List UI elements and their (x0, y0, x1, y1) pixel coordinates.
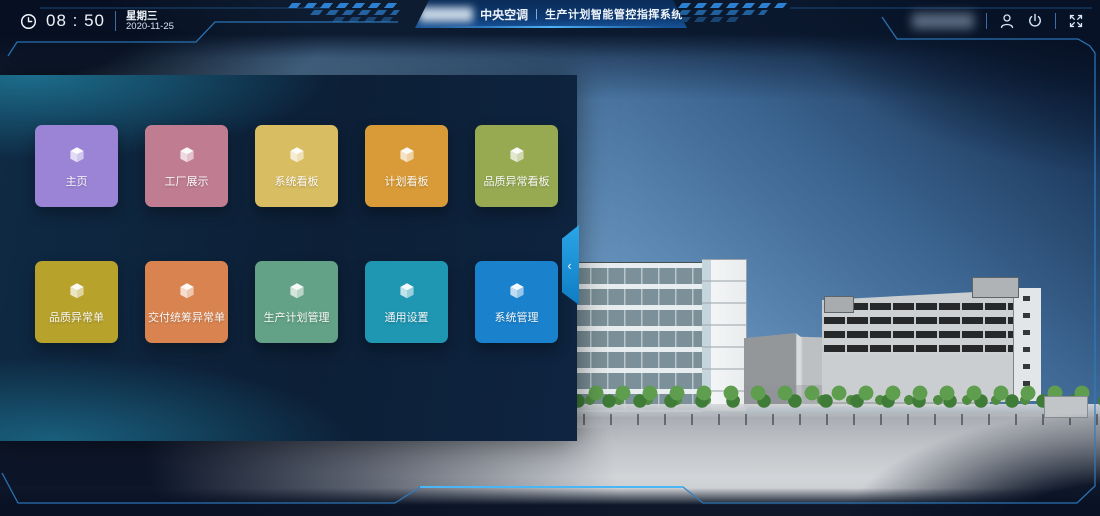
header-date-stack: 星期三 2020-11-25 (126, 10, 174, 33)
cube-icon (286, 280, 308, 302)
menu-tile-home[interactable]: 主页 (35, 125, 118, 207)
menu-tile-production-plan-mgmt[interactable]: 生产计划管理 (255, 261, 338, 343)
banner-title: 生产计划智能管控指挥系统 (545, 6, 683, 22)
cube-icon (506, 144, 528, 166)
cube-icon (176, 280, 198, 302)
clock-icon (20, 13, 36, 29)
menu-tile-label: 生产计划管理 (264, 309, 330, 325)
menu-tile-label: 主页 (66, 173, 88, 189)
menu-tile-delivery-exception-order[interactable]: 交付统筹异常单 (145, 261, 228, 343)
banner-separator: | (535, 8, 538, 20)
menu-tile-label: 交付统筹异常单 (148, 309, 225, 325)
menu-tile-label: 通用设置 (385, 309, 429, 325)
header-title-banner: 中央空调 | 生产计划智能管控指挥系统 (415, 0, 687, 28)
menu-tile-system-mgmt[interactable]: 系统管理 (475, 261, 558, 343)
header-user-area (912, 13, 1084, 29)
scene-trees (556, 374, 1100, 420)
header-divider (986, 13, 987, 29)
menu-tile-system-board[interactable]: 系统看板 (255, 125, 338, 207)
menu-tile-quality-exception-board[interactable]: 品质异常看板 (475, 125, 558, 207)
menu-row-1: 主页 工厂展示 系统看板 计划看板 品质异常看板 (0, 75, 577, 207)
username-blurred (912, 13, 974, 29)
menu-tile-plan-board[interactable]: 计划看板 (365, 125, 448, 207)
menu-tile-label: 系统看板 (275, 173, 319, 189)
menu-tile-factory-display[interactable]: 工厂展示 (145, 125, 228, 207)
header-time: 08 : 50 (46, 11, 105, 31)
decorative-stripes-left (288, 3, 398, 22)
chevron-left-icon: ‹ (567, 259, 571, 272)
company-logo-blurred (419, 7, 473, 22)
app-root: 08 : 50 星期三 2020-11-25 中央空调 | 生产计划智能管控指挥… (0, 0, 1100, 516)
scene-roof-structure (824, 296, 854, 313)
menu-tile-label: 系统管理 (495, 309, 539, 325)
panel-collapse-tab[interactable]: ‹ (562, 225, 579, 305)
menu-tile-general-settings[interactable]: 通用设置 (365, 261, 448, 343)
decorative-stripes-right (680, 3, 790, 22)
cube-icon (286, 144, 308, 166)
cube-icon (66, 144, 88, 166)
header-date: 2020-11-25 (126, 22, 174, 33)
header-clock-area: 08 : 50 星期三 2020-11-25 (20, 10, 174, 33)
menu-tile-label: 品质异常看板 (484, 173, 550, 189)
scene-roof-structure (972, 277, 1019, 298)
menu-tile-label: 工厂展示 (165, 173, 209, 189)
header-divider (115, 11, 116, 31)
header-divider (1055, 13, 1056, 29)
menu-tile-quality-exception-order[interactable]: 品质异常单 (35, 261, 118, 343)
cube-icon (506, 280, 528, 302)
fullscreen-icon[interactable] (1068, 13, 1084, 29)
cube-icon (396, 144, 418, 166)
menu-tile-label: 计划看板 (385, 173, 429, 189)
cube-icon (396, 280, 418, 302)
power-icon[interactable] (1027, 13, 1043, 29)
banner-brand: 中央空调 (480, 6, 528, 23)
menu-panel: 主页 工厂展示 系统看板 计划看板 品质异常看板 品质异常单 (0, 75, 577, 441)
menu-tile-label: 品质异常单 (49, 309, 104, 325)
scene-kiosk (1044, 396, 1088, 418)
menu-row-2: 品质异常单 交付统筹异常单 生产计划管理 通用设置 系统管理 (0, 207, 577, 343)
cube-icon (176, 144, 198, 166)
cube-icon (66, 280, 88, 302)
user-icon[interactable] (999, 13, 1015, 29)
